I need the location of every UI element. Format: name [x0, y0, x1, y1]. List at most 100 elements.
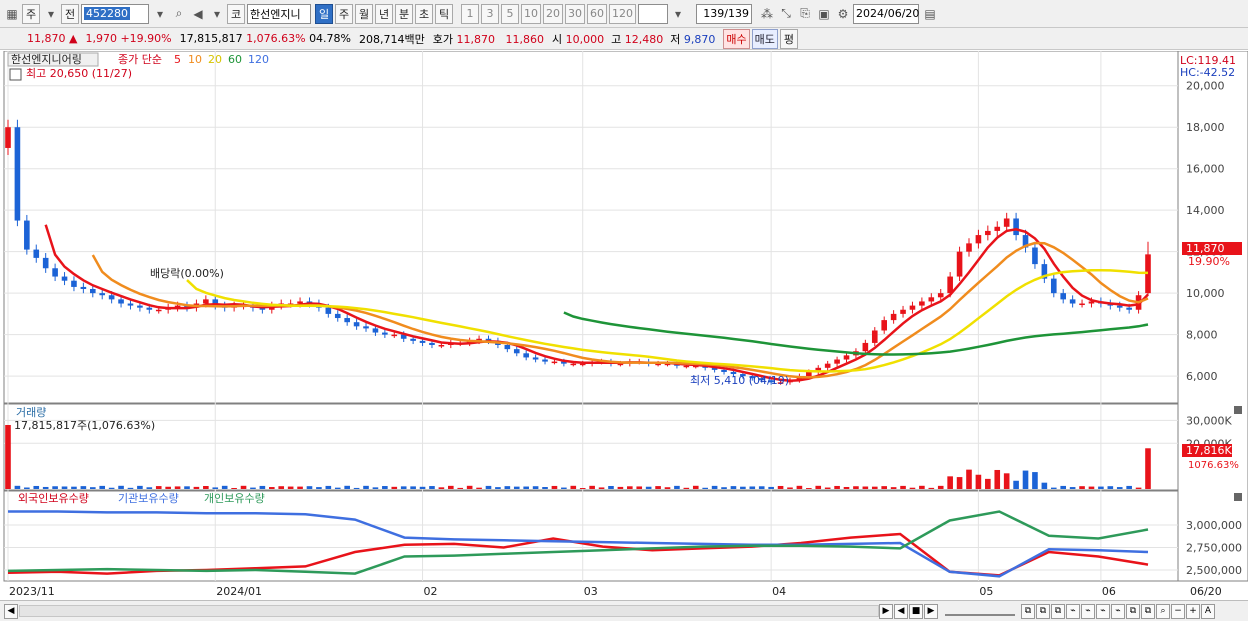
tool-icon[interactable]: ⌁ [1066, 603, 1080, 619]
price-tick-label: 8,000 [1186, 329, 1218, 342]
candle-body [956, 251, 963, 277]
interval-button-5[interactable]: 5 [501, 3, 519, 24]
stop-icon[interactable]: ■ [909, 603, 923, 619]
scroll-bar[interactable]: ◀ ▶ ◀ ■ ▶ ⧉ ⧉ ⧉ ⌁ ⌁ ⌁ ⌁ ⧉ ⧉ ⌕ − + A [0, 600, 1248, 621]
tool-icon[interactable]: ⧉ [1141, 603, 1155, 619]
interval-button-120[interactable]: 120 [609, 3, 636, 24]
rewind-icon[interactable]: ◀ [894, 603, 908, 619]
tool-icon[interactable]: ⌁ [1096, 603, 1110, 619]
period-tab-5[interactable]: 초 [415, 3, 433, 24]
date-field[interactable]: 2024/06/20 [853, 3, 919, 24]
chart-settings-icon[interactable]: ▦ [3, 4, 21, 24]
stock-code-input[interactable]: 452280 [81, 3, 149, 24]
tool-icon[interactable]: ⌁ [1081, 603, 1095, 619]
chevron-down-icon[interactable]: ▾ [151, 4, 169, 24]
volume-bar [702, 487, 708, 489]
holding-tick-label: 2,750,000 [1186, 542, 1242, 555]
chart-type-button[interactable]: 주 [22, 3, 40, 24]
interval-button-60[interactable]: 60 [587, 3, 607, 24]
grid-icon[interactable]: ⁂ [758, 4, 776, 24]
candle-body [871, 330, 878, 343]
foreign-label: 외국인보유수량 [18, 492, 89, 505]
calendar-icon[interactable]: ▤ [921, 4, 939, 24]
candle-body [551, 361, 558, 364]
tool-icon[interactable]: ⧉ [1021, 603, 1035, 619]
quote-bar: 11,870 ▲ 1,970 +19.90% 17,815,817 1,076.… [0, 28, 1248, 50]
highest-price-note: 최고 20,650 (11/27) [26, 67, 132, 80]
play-icon[interactable]: ▶ [879, 603, 893, 619]
tool-icon[interactable]: ⧉ [1126, 603, 1140, 619]
chevron-down-icon[interactable]: ▾ [42, 4, 60, 24]
stock-chart[interactable]: 6,0008,00010,00012,00014,00016,00018,000… [0, 50, 1248, 600]
chart-area[interactable]: 6,0008,00010,00012,00014,00016,00018,000… [0, 50, 1248, 600]
current-price: 11,870 ▲ [27, 32, 78, 45]
sell-button[interactable]: 매도 [751, 28, 778, 49]
tool-icon[interactable]: ⧉ [1051, 603, 1065, 619]
plus-icon[interactable]: + [1186, 603, 1200, 619]
sound-icon[interactable]: ◀ [189, 4, 207, 24]
text-size-icon[interactable]: A [1201, 603, 1215, 619]
volume-bar [476, 487, 482, 489]
chevron-down-icon[interactable]: ▾ [669, 4, 687, 24]
period-tab-1[interactable]: 주 [335, 3, 353, 24]
volume-note: 17,815,817주(1,076.63%) [14, 419, 155, 432]
candle-body [1060, 293, 1067, 300]
interval-button-3[interactable]: 3 [481, 3, 499, 24]
zoom-slider[interactable] [945, 606, 1015, 616]
volume-bar [664, 487, 671, 489]
crosshair-icon[interactable]: ⤡ [777, 4, 795, 24]
save-icon[interactable]: ▣ [815, 4, 833, 24]
zoom-icon[interactable]: ⌕ [1156, 603, 1170, 619]
previous-button[interactable]: 전 [61, 3, 79, 24]
volume-bar [542, 487, 548, 489]
main-toolbar: ▦ 주 ▾ 전 452280 ▾ ⌕ ◀ ▾ 코 한선엔지니 일주월년분초틱 1… [0, 0, 1248, 28]
gear-icon[interactable]: ⚙ [834, 4, 852, 24]
volume-bar [740, 486, 746, 489]
volume-bar [900, 485, 906, 489]
scroll-left-icon[interactable]: ◀ [4, 603, 18, 619]
period-tab-4[interactable]: 분 [395, 3, 413, 24]
balance-button[interactable]: 평 [779, 28, 798, 49]
interval-button-20[interactable]: 20 [543, 3, 563, 24]
candle-body [966, 243, 972, 252]
period-tab-6[interactable]: 틱 [435, 3, 453, 24]
chevron-down-icon[interactable]: ▾ [208, 4, 226, 24]
last-volume-pct: 1076.63% [1188, 460, 1239, 471]
volume-bar [250, 487, 256, 489]
scroll-track[interactable] [19, 605, 879, 617]
volume-bar [382, 486, 388, 489]
search-icon[interactable]: ⌕ [170, 4, 188, 24]
volume-bar [61, 486, 68, 489]
minus-icon[interactable]: − [1171, 603, 1185, 619]
volume-bar [645, 486, 652, 489]
volume-bar [683, 487, 690, 489]
stock-name-field[interactable]: 한선엔지니 [247, 3, 311, 24]
bar-count: 139 [703, 7, 725, 20]
volume-bar [787, 487, 793, 489]
candle-body [24, 220, 30, 250]
forward-icon[interactable]: ▶ [924, 603, 938, 619]
x-axis-label: 2024/01 [216, 585, 262, 598]
close-panel-icon[interactable] [1234, 493, 1242, 501]
period-tab-0[interactable]: 일 [315, 3, 333, 24]
volume-bar [806, 488, 812, 489]
candle-body [504, 345, 511, 350]
bar-count-field[interactable]: 139/139 [696, 3, 752, 24]
close-panel-icon[interactable] [1234, 406, 1242, 414]
period-tab-2[interactable]: 월 [355, 3, 373, 24]
volume-bar [579, 488, 586, 489]
period-tab-3[interactable]: 년 [375, 3, 393, 24]
buy-button[interactable]: 매수 [723, 28, 750, 49]
volume-bar [627, 486, 633, 489]
interval-button-30[interactable]: 30 [565, 3, 585, 24]
calendar-icon[interactable] [9, 68, 22, 81]
tool-icon[interactable]: ⧉ [1036, 603, 1050, 619]
candle-body [52, 268, 58, 277]
ohl-info: 시 10,000 고 12,480 저 9,870 [552, 32, 716, 46]
interval-button-10[interactable]: 10 [521, 3, 541, 24]
copy-icon[interactable]: ⎘ [796, 4, 814, 24]
tool-icon[interactable]: ⌁ [1111, 603, 1125, 619]
candle-body [721, 369, 727, 372]
interval-button-1[interactable]: 1 [461, 3, 479, 24]
interval-custom-input[interactable] [638, 3, 668, 24]
